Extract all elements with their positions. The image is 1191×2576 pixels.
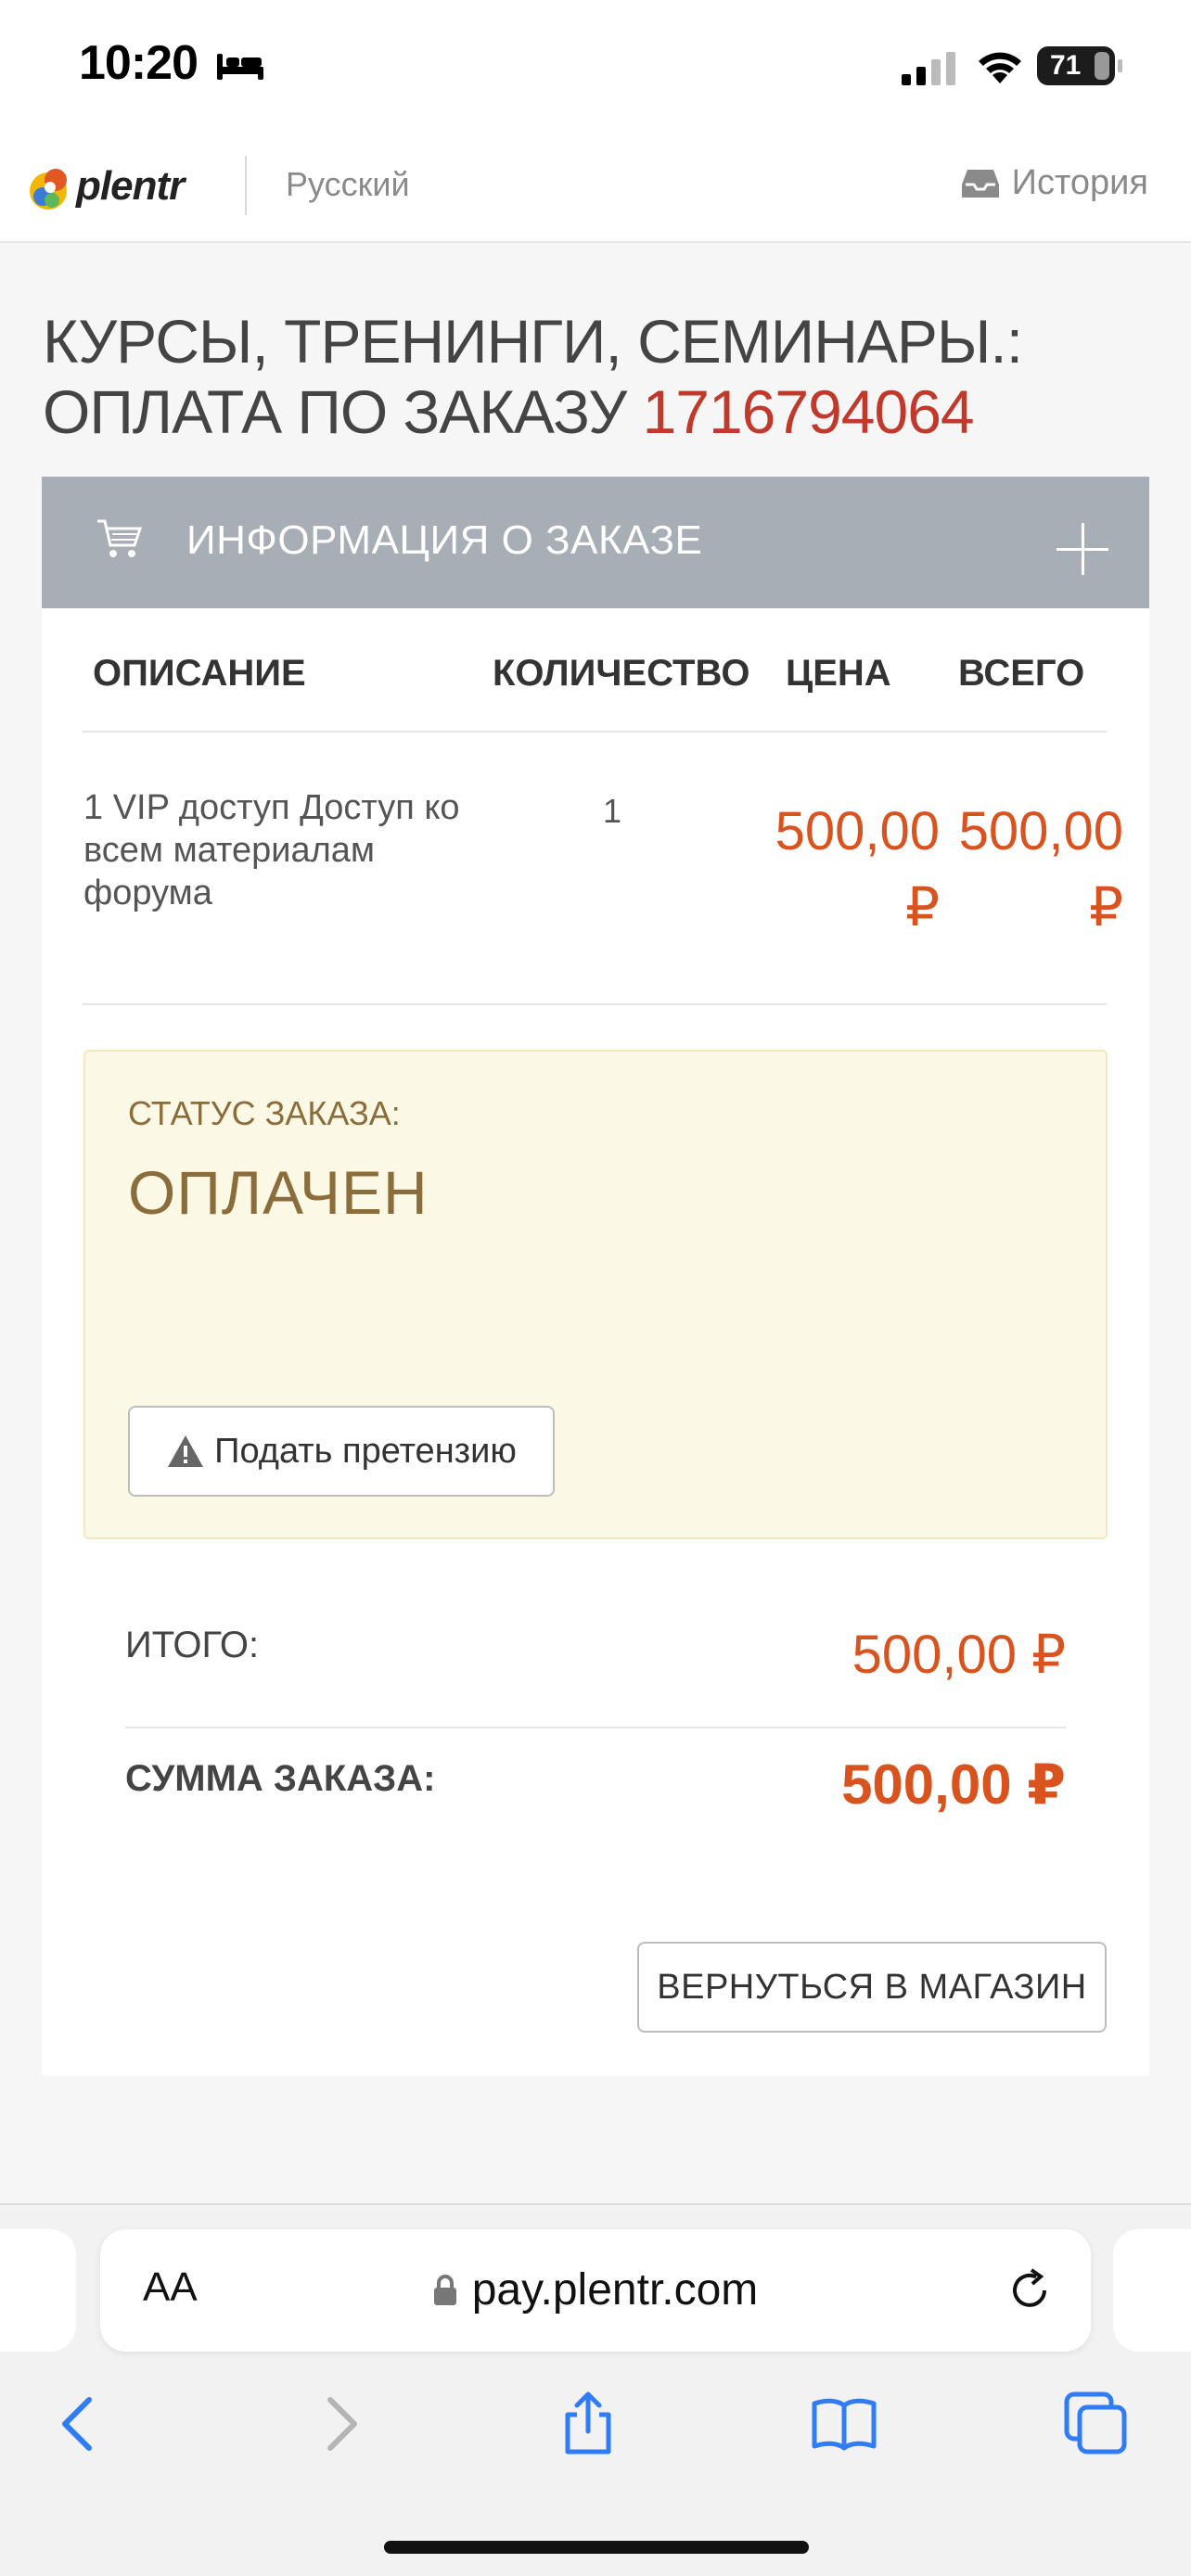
file-claim-button[interactable]: Подать претензию: [128, 1406, 555, 1497]
subtotal-label: ИТОГО:: [125, 1625, 260, 1665]
sleep-mode-icon: [217, 54, 263, 80]
history-link[interactable]: История: [961, 163, 1148, 203]
table-row-divider: [83, 1003, 1107, 1005]
return-to-shop-button[interactable]: ВЕРНУТЬСЯ В МАГАЗИН: [637, 1942, 1107, 2033]
language-selector[interactable]: Русский: [286, 165, 410, 204]
lock-icon: [433, 2275, 456, 2305]
grand-total-value: 500,00 ₽: [841, 1753, 1066, 1816]
column-header-price: ЦЕНА: [786, 653, 891, 694]
order-info-title: ИНФОРМАЦИЯ О ЗАКАЗЕ: [186, 517, 703, 563]
url-display[interactable]: pay.plentr.com: [100, 2264, 1091, 2315]
item-price: 500,00 ₽: [775, 801, 940, 937]
page-title: КУРСЫ, ТРЕНИНГИ, СЕМИНАРЫ.: ОПЛАТА ПО ЗА…: [43, 306, 1156, 447]
order-status-value: ОПЛАЧЕН: [128, 1158, 429, 1227]
share-icon[interactable]: [555, 2391, 621, 2457]
item-total: 500,00 ₽: [958, 801, 1123, 937]
history-label: История: [1011, 163, 1148, 202]
totals-divider: [125, 1727, 1066, 1728]
item-quantity: 1: [603, 792, 622, 830]
browser-toolbar: AA pay.plentr.com: [0, 2203, 1191, 2576]
order-card: ИНФОРМАЦИЯ О ЗАКАЗЕ ОПИСАНИЕ КОЛИЧЕСТВО …: [42, 477, 1149, 2075]
subtotal-value: 500,00 ₽: [852, 1625, 1066, 1685]
status-bar: 10:20 71: [0, 0, 1191, 130]
previous-tab-preview[interactable]: [0, 2229, 76, 2352]
column-header-quantity: КОЛИЧЕСТВО: [493, 653, 750, 694]
header-divider: [245, 156, 247, 215]
reload-icon[interactable]: [1005, 2266, 1054, 2315]
grand-total-label: СУММА ЗАКАЗА:: [125, 1758, 436, 1799]
tabs-icon[interactable]: [1063, 2391, 1130, 2457]
home-indicator[interactable]: [384, 2541, 809, 2554]
next-tab-preview[interactable]: [1113, 2229, 1191, 2352]
file-claim-label: Подать претензию: [214, 1431, 517, 1471]
column-header-total: ВСЕГО: [958, 653, 1085, 694]
logo-text: plentr: [76, 163, 185, 209]
column-header-description: ОПИСАНИЕ: [93, 653, 306, 694]
battery-level: 71: [1050, 50, 1082, 81]
plentr-logo[interactable]: plentr: [28, 158, 185, 215]
forward-arrow-icon[interactable]: [306, 2391, 373, 2457]
order-status-box: СТАТУС ЗАКАЗА: ОПЛАЧЕН Подать претензию: [83, 1050, 1108, 1539]
order-number: 1716794064: [642, 377, 975, 446]
warning-icon: [168, 1435, 204, 1467]
battery-indicator: 71: [1037, 46, 1122, 85]
cellular-signal-icon: [902, 52, 955, 85]
url-text: pay.plentr.com: [471, 2265, 759, 2315]
plentr-logo-icon: [30, 169, 67, 210]
status-time: 10:20: [79, 36, 198, 90]
cart-icon: [97, 519, 142, 557]
expand-plus-icon[interactable]: [1057, 523, 1108, 575]
site-header: plentr Русский История: [0, 130, 1191, 243]
wifi-icon: [979, 52, 1021, 83]
order-status-label: СТАТУС ЗАКАЗА:: [128, 1094, 401, 1132]
order-info-header[interactable]: ИНФОРМАЦИЯ О ЗАКАЗЕ: [42, 477, 1149, 608]
item-description: 1 VIP доступ Доступ ко всем материалам ф…: [83, 788, 460, 912]
bookmarks-icon[interactable]: [811, 2391, 877, 2457]
table-header-divider: [83, 731, 1107, 733]
address-bar[interactable]: AA pay.plentr.com: [100, 2229, 1091, 2352]
back-arrow-icon[interactable]: [46, 2391, 113, 2457]
inbox-icon: [961, 169, 999, 198]
